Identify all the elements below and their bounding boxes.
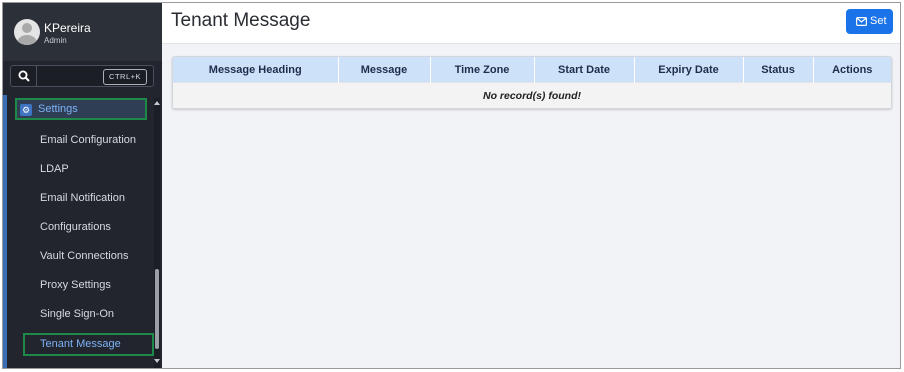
scroll-down-icon[interactable]	[154, 359, 160, 363]
column-header-actions: Actions	[813, 57, 891, 83]
sidebar-item-email-configuration[interactable]: Email Configuration	[40, 134, 136, 146]
avatar	[14, 19, 40, 45]
sidebar-scroll-thumb[interactable]	[155, 269, 159, 349]
column-header-message-heading[interactable]: Message Heading	[173, 57, 339, 83]
sidebar-item-settings[interactable]: ⚙ Settings	[15, 98, 147, 120]
column-header-start-date[interactable]: Start Date	[534, 57, 635, 83]
column-header-time-zone[interactable]: Time Zone	[430, 57, 535, 83]
sidebar-search[interactable]: CTRL+K	[10, 65, 154, 87]
sidebar-item-vault-connections[interactable]: Vault Connections	[40, 250, 128, 262]
column-header-expiry-date[interactable]: Expiry Date	[634, 57, 744, 83]
scroll-up-icon[interactable]	[154, 101, 160, 105]
user-role: Admin	[44, 36, 67, 45]
sidebar-item-configurations[interactable]: Configurations	[40, 221, 111, 233]
sidebar-item-label: Settings	[38, 103, 78, 115]
page-title: Tenant Message	[171, 10, 311, 31]
table-header-row: Message Heading Message Time Zone Start …	[173, 57, 891, 83]
set-button-label: Set	[870, 15, 887, 27]
gear-icon: ⚙	[20, 104, 32, 116]
search-icon	[18, 70, 30, 82]
empty-state-message: No record(s) found!	[173, 82, 891, 108]
sidebar-item-email-notification[interactable]: Email Notification	[40, 192, 125, 204]
set-button[interactable]: Set	[846, 9, 893, 34]
tenant-message-table: Message Heading Message Time Zone Start …	[172, 56, 892, 109]
sidebar-item-single-sign-on[interactable]: Single Sign-On	[40, 308, 114, 320]
sidebar-item-tenant-message[interactable]: Tenant Message	[40, 338, 121, 350]
sidebar-item-ldap[interactable]: LDAP	[40, 163, 69, 175]
table-row: No record(s) found!	[173, 82, 891, 108]
nav-active-rail	[3, 95, 7, 368]
user-profile[interactable]: KPereira Admin	[3, 3, 162, 61]
column-header-message[interactable]: Message	[338, 57, 431, 83]
user-name: KPereira	[44, 21, 91, 35]
search-shortcut-badge: CTRL+K	[103, 69, 147, 85]
app-window: KPereira Admin CTRL+K ⚙ Settings Email C…	[2, 2, 901, 369]
sidebar-item-proxy-settings[interactable]: Proxy Settings	[40, 279, 111, 291]
envelope-icon	[856, 17, 867, 26]
column-header-status[interactable]: Status	[743, 57, 814, 83]
page-header: Tenant Message Set	[162, 3, 900, 44]
sidebar: KPereira Admin CTRL+K ⚙ Settings Email C…	[3, 3, 162, 368]
